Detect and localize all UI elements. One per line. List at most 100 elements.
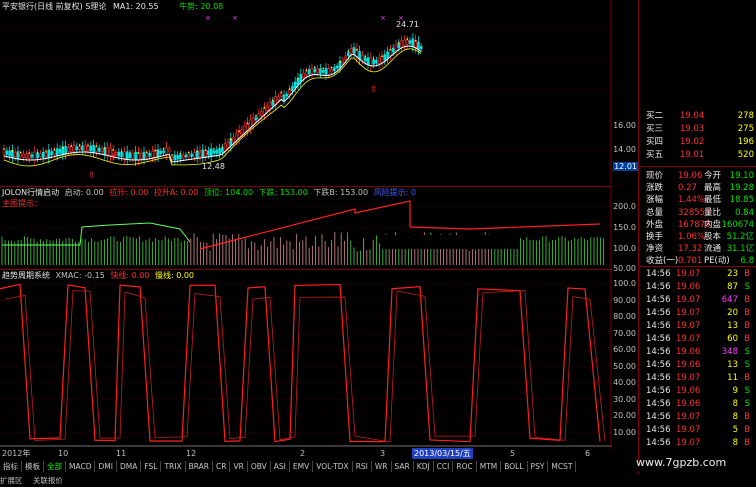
candle-body [92, 144, 95, 153]
indicator-tab[interactable]: PSY [528, 461, 549, 472]
candle-body [271, 100, 275, 106]
indicator-tab[interactable]: MCST [548, 461, 577, 472]
sell-marker-icon: × [205, 14, 211, 22]
tick-time: 14:56 [646, 425, 671, 435]
linked-quote-button[interactable]: 关联报价 [33, 476, 63, 485]
tick-row: 14:56 19.07 647 B [640, 294, 756, 307]
candle-body [145, 153, 149, 158]
candle-body [89, 145, 93, 152]
axis-tick: 80.00 [613, 312, 636, 321]
indicator-tab[interactable]: EMV [290, 461, 314, 472]
overlay-box [380, 235, 520, 249]
indicator-tab[interactable]: WR [372, 461, 392, 472]
status-bar: 扩展区 关联报价 [0, 474, 756, 487]
candle-body [19, 153, 23, 157]
stat-label: 量比 [704, 207, 722, 218]
candle-body [209, 148, 213, 157]
indicator-tab[interactable]: ROC [453, 461, 477, 472]
jolon-indicator-panel[interactable]: JOLON行情启动 启动: 0.00 拉升: 0.00 拉升A: 0.00 顶位… [0, 186, 612, 269]
indicator-tab[interactable]: SAR [392, 461, 414, 472]
candle-body [5, 150, 9, 155]
bid-level-label: 买二 [646, 111, 664, 121]
stat-label: 外盘 [646, 219, 664, 230]
signal-dot [137, 152, 140, 154]
indicator-tab[interactable]: MACD [66, 461, 96, 472]
tick-price: 19.06 [676, 282, 701, 292]
candle-body [226, 142, 230, 148]
tick-side: B [744, 308, 750, 318]
trend-cycle-chart[interactable] [0, 270, 612, 449]
main-chart-panel[interactable]: 平安银行(日线 前复权) S理论 MA1: 20.55 牛势: 20.08 ⇧ ⇧… [0, 0, 612, 184]
indicator-tab[interactable]: 模板 [22, 461, 44, 472]
stat-label: 最高 [704, 183, 722, 194]
candle-body [417, 41, 420, 50]
indicator-tab[interactable]: BRAR [186, 461, 214, 472]
indicator-tab[interactable]: CR [213, 461, 231, 472]
indicator-tab[interactable]: 全部 [44, 461, 66, 472]
trend-cycle-panel[interactable]: 趋势周期系统 XMAC: -0.15 快线: 0.00 慢线: 0.00 [0, 269, 612, 449]
axis-tick: 50.00 [613, 361, 636, 371]
indicator-tab[interactable]: CCI [434, 461, 454, 472]
tick-row: 14:56 19.07 5 B [640, 424, 756, 437]
candle-body [257, 113, 261, 120]
quote-border [638, 0, 639, 478]
candlestick-chart[interactable]: ⇧⇧ ⇧⇧× × × × [0, 0, 612, 184]
quote-divider [640, 266, 756, 267]
date-axis: 2012年 10 11 12 2 3 2013/03/15/五 5 6 [0, 448, 612, 459]
candle-body [53, 150, 56, 155]
candle-body [27, 153, 31, 159]
indicator-tab[interactable]: VOL-TDX [313, 461, 353, 472]
indicator-tab[interactable]: RSI [353, 461, 372, 472]
signal-dot [70, 145, 72, 147]
up-arrow-icon: ⇧ [88, 171, 96, 181]
candle-body [165, 147, 168, 155]
candle-body [335, 65, 339, 69]
indicator-tab[interactable]: VR [230, 461, 248, 472]
candle-body [333, 67, 336, 72]
candle-body [128, 153, 132, 159]
date-label: 2012年 [2, 449, 31, 458]
bid-level-label: 买五 [646, 150, 664, 160]
extension-area-button[interactable]: 扩展区 [0, 476, 23, 485]
candle-body [363, 57, 367, 62]
bid-level-label: 买三 [646, 124, 664, 134]
candle-body [344, 55, 347, 60]
indicator-tab[interactable]: OBV [248, 461, 271, 472]
indicator-tab[interactable]: DMI [95, 461, 117, 472]
jolon-chart[interactable] [0, 187, 612, 269]
main-chart-axis: 16.00 14.00 12.01 [612, 0, 638, 184]
bid-level-row: 买五 19.01 520 [640, 149, 756, 162]
tick-side: S [744, 399, 750, 409]
tick-volume: 20 [727, 308, 738, 318]
ma-line [3, 45, 422, 163]
tick-row: 14:56 19.06 348 S [640, 346, 756, 359]
indicator-tab[interactable]: KDJ [414, 461, 434, 472]
stat-value: 1.06% [678, 232, 706, 242]
indicator-tab[interactable]: FSL [141, 461, 162, 472]
tick-price: 19.07 [676, 425, 701, 435]
axis-tick: 200.0 [613, 202, 636, 211]
indicator-tab[interactable]: DMA [117, 461, 142, 472]
candle-body [69, 146, 73, 152]
indicator-tab[interactable]: ASI [271, 461, 290, 472]
stat-row: 涨跌 0.27 最高 19.28 [640, 182, 756, 195]
candle-body [268, 102, 272, 110]
signal-dot [53, 148, 56, 151]
signal-dot [62, 146, 64, 149]
signal-dot [347, 50, 350, 53]
candle-body [181, 154, 185, 159]
signal-dot [406, 38, 409, 40]
sell-marker-icon: × [232, 14, 238, 22]
tick-row: 14:56 19.06 8 S [640, 398, 756, 411]
indicator-tab[interactable]: 指标 [0, 461, 22, 472]
candle-body [142, 151, 146, 160]
candle-body [30, 154, 34, 158]
candle-body [58, 148, 62, 154]
tick-time: 14:56 [646, 282, 671, 292]
indicator-tab[interactable]: MTM [477, 461, 502, 472]
candle-body [240, 129, 244, 135]
indicator-tab[interactable]: TRIX [161, 461, 186, 472]
indicator-tab[interactable]: BOLL [501, 461, 528, 472]
date-label: 5 [510, 449, 516, 458]
candle-body [212, 150, 216, 154]
